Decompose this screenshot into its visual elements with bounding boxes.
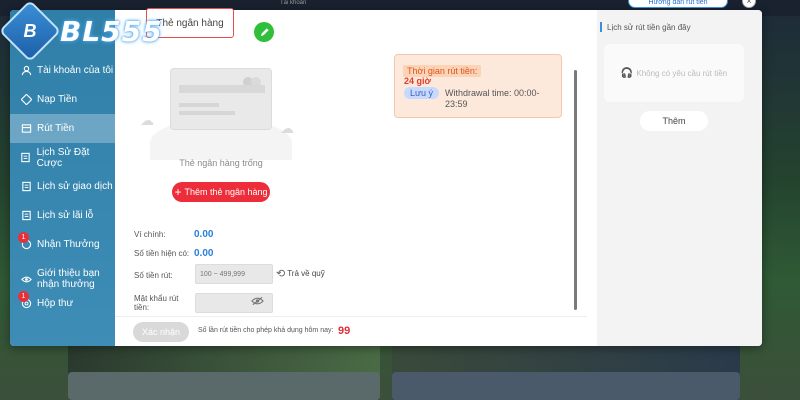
logo-badge: B bbox=[0, 0, 62, 63]
confirm-button[interactable]: Xác nhận bbox=[133, 322, 189, 342]
more-button[interactable]: Thêm bbox=[640, 111, 708, 131]
withdraw-hours: 24 giờ bbox=[404, 76, 431, 86]
sidebar-item-profit-loss[interactable]: Lịch sử lãi lỗ bbox=[10, 201, 115, 230]
sidebar-item-rewards[interactable]: 1 Nhận Thưởng bbox=[10, 230, 115, 259]
gift-icon: 1 bbox=[18, 231, 32, 251]
main-wallet-label: Ví chính: bbox=[134, 230, 166, 239]
headset-icon: 🎧 bbox=[620, 67, 634, 79]
breadcrumb: Tài khoản bbox=[280, 0, 307, 4]
refund-to-wallet-button[interactable]: ⟲ Trả về quỹ bbox=[276, 267, 325, 280]
deposit-icon bbox=[20, 94, 32, 106]
sidebar-item-label: Giới thiệu bạn nhận thưởng bbox=[37, 268, 100, 290]
sidebar-item-label: Lịch sử lãi lỗ bbox=[37, 210, 94, 221]
sidebar-item-withdraw[interactable]: Rút Tiền bbox=[10, 114, 115, 143]
withdraw-amount-label: Số tiền rút: bbox=[134, 271, 173, 280]
empty-card-illustration bbox=[170, 68, 272, 130]
content-scrollbar[interactable] bbox=[574, 70, 577, 310]
background-card-right bbox=[392, 372, 740, 400]
sidebar-item-label: Lịch Sử Đặt Cược bbox=[36, 146, 90, 169]
sidebar-item-bet-history[interactable]: Lịch Sử Đặt Cược bbox=[10, 143, 115, 172]
empty-history-box: 🎧 Không có yêu cầu rút tiền bbox=[604, 44, 744, 102]
empty-history-text: Không có yêu cầu rút tiền bbox=[636, 68, 728, 78]
plus-icon: + bbox=[174, 185, 182, 199]
notification-badge: 1 bbox=[18, 231, 29, 243]
refund-label: Trả về quỹ bbox=[287, 269, 325, 278]
sidebar-item-inbox[interactable]: 1 Hộp thư bbox=[10, 289, 115, 318]
sidebar-item-deposit[interactable]: Nạp Tiền bbox=[10, 85, 115, 114]
eye-hidden-icon[interactable] bbox=[251, 296, 264, 309]
sidebar-item-transactions[interactable]: Lịch sử giao dịch bbox=[10, 172, 115, 201]
withdraw-password-label: Mật khẩu rút tiền: bbox=[134, 294, 179, 312]
card-line bbox=[179, 103, 219, 107]
main-wallet-value: 0.00 bbox=[194, 229, 214, 240]
profit-loss-icon bbox=[20, 210, 32, 222]
user-icon bbox=[20, 65, 32, 77]
add-bank-card-button[interactable]: + Thêm thẻ ngân hàng bbox=[172, 182, 270, 202]
add-bank-card-label: Thêm thẻ ngân hàng bbox=[184, 187, 268, 197]
cloud-icon: ☁ bbox=[140, 112, 154, 128]
bet-history-icon bbox=[20, 152, 32, 164]
background-card-left bbox=[68, 372, 380, 400]
footer-divider bbox=[115, 316, 587, 317]
sidebar-item-label: Nạp Tiền bbox=[37, 94, 78, 105]
recent-withdraw-title-text: Lịch sử rút tiền gần đây bbox=[607, 22, 691, 32]
withdrawal-time-text: Withdrawal time: 00:00-23:59 bbox=[445, 88, 540, 109]
edit-button[interactable] bbox=[254, 22, 274, 42]
remaining-withdraw-text: Số lần rút tiền cho phép khả dụng hôm na… bbox=[198, 327, 334, 334]
remaining-withdraw-count: 99 bbox=[338, 325, 351, 337]
transaction-icon bbox=[20, 181, 32, 193]
mail-icon: 1 bbox=[18, 290, 32, 310]
card-line bbox=[179, 111, 235, 115]
withdraw-icon bbox=[20, 123, 32, 135]
refresh-icon: ⟲ bbox=[276, 268, 286, 280]
refer-icon bbox=[20, 273, 32, 285]
sidebar-item-label: Hộp thư bbox=[37, 298, 74, 309]
sidebar-item-label: Rút Tiền bbox=[37, 123, 75, 134]
sidebar-item-account[interactable]: Tài khoản của tôi bbox=[10, 56, 115, 85]
current-balance-value: 0.00 bbox=[194, 248, 214, 259]
sidebar-item-label: Lịch sử giao dịch bbox=[37, 181, 113, 192]
note-tag: Lưu ý bbox=[404, 87, 440, 99]
logo-badge-letter: B bbox=[23, 20, 37, 41]
empty-card-text: Thẻ ngân hàng trống bbox=[179, 158, 263, 168]
title-accent-bar bbox=[600, 22, 602, 32]
site-logo[interactable]: B BL555 bbox=[0, 0, 163, 63]
recent-withdraw-title: Lịch sử rút tiền gần đây bbox=[600, 22, 691, 32]
withdraw-notice: Thời gian rút tiền: 24 giờ Lưu ý Withdra… bbox=[394, 54, 562, 118]
pencil-icon bbox=[260, 27, 269, 36]
notification-badge: 1 bbox=[18, 290, 29, 302]
sidebar-item-label: Nhận Thưởng bbox=[37, 239, 100, 250]
withdraw-amount-input[interactable] bbox=[195, 264, 273, 284]
withdraw-guide-button[interactable]: Hướng dẫn rút tiền bbox=[628, 0, 728, 8]
card-stripe bbox=[179, 85, 265, 93]
cloud-icon: ☁ bbox=[280, 120, 294, 136]
sidebar-item-label: Tài khoản của tôi bbox=[37, 65, 114, 76]
logo-text: BL555 bbox=[60, 14, 163, 48]
current-balance-label: Số tiền hiện có: bbox=[134, 249, 190, 258]
account-sidebar: Tài khoản của tôi Nạp Tiền Rút Tiền Lịch… bbox=[10, 10, 115, 346]
